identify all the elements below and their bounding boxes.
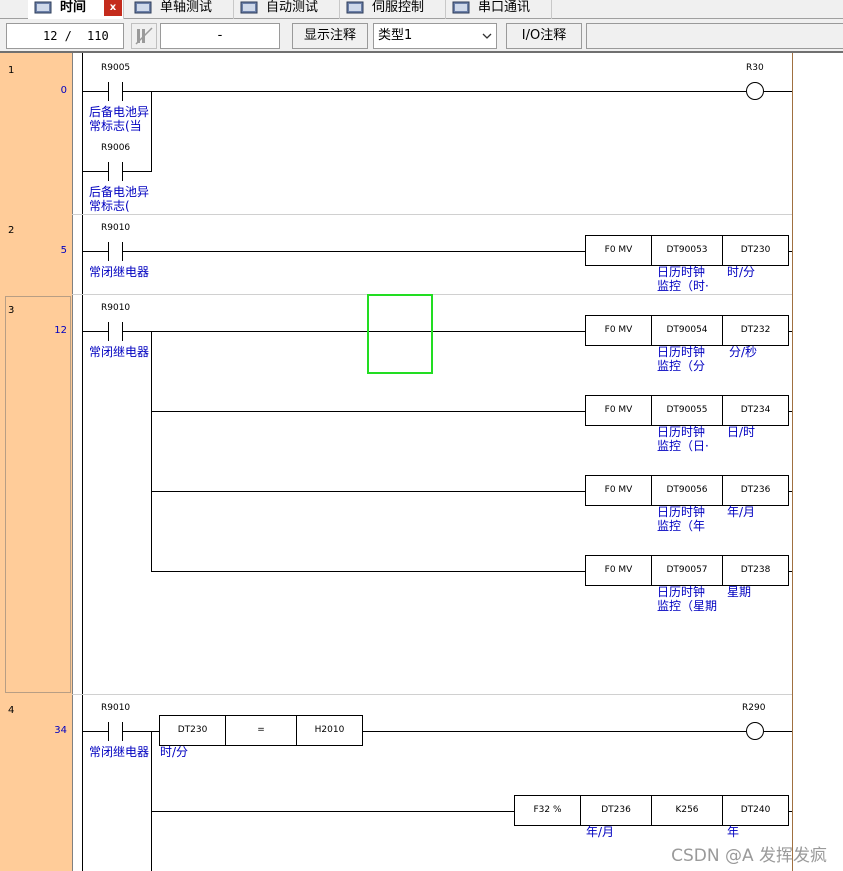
operand-comment: 星期 xyxy=(727,585,752,599)
tab-auto-test[interactable]: 自动测试 xyxy=(234,0,340,19)
tab-label: 伺服控制 xyxy=(372,0,425,15)
instruction-cell[interactable]: F0 MV xyxy=(585,315,652,346)
chevron-down-icon xyxy=(482,33,492,39)
tab-label: 自动测试 xyxy=(266,0,319,15)
operand-cell[interactable]: DT236 xyxy=(722,475,789,506)
contact-comment: 常标志(当 xyxy=(89,119,142,133)
window-icon xyxy=(34,1,52,14)
operand-cell[interactable]: DT236 xyxy=(580,795,652,826)
toolbar-empty-field xyxy=(586,23,843,49)
tab-label: 串口通讯 xyxy=(478,0,531,15)
rung-number: 3 xyxy=(8,305,15,316)
address-field[interactable]: - xyxy=(160,23,280,49)
tab-label: 单轴测试 xyxy=(160,0,213,15)
close-icon[interactable]: x xyxy=(104,0,122,16)
operand-comment: 年/月 xyxy=(586,825,615,839)
rung-number: 2 xyxy=(8,225,15,236)
tab-label: 时间 xyxy=(60,0,87,15)
operand-comment: 日历时钟 xyxy=(657,425,706,439)
operand-comment: 时/分 xyxy=(727,265,756,279)
contact-comment: 常闭继电器 xyxy=(89,345,150,359)
operand-comment: 时/分 xyxy=(160,745,189,759)
operand-comment: 监控（时· xyxy=(657,279,709,293)
contact-comment: 常闭继电器 xyxy=(89,745,150,759)
window-icon xyxy=(346,1,364,14)
step-total: 110 xyxy=(87,29,109,43)
contact-address: R9006 xyxy=(101,143,131,153)
instruction-cell[interactable]: F0 MV xyxy=(585,475,652,506)
step-number: 12 xyxy=(54,325,67,336)
window-icon xyxy=(452,1,470,14)
operand-comment: 日历时钟 xyxy=(657,585,706,599)
operand-cell[interactable]: K256 xyxy=(651,795,723,826)
io-comment-button[interactable]: I/O注释 xyxy=(506,23,582,49)
cursor-selection-box[interactable] xyxy=(367,294,433,374)
operand-comment: 监控（分 xyxy=(657,359,706,373)
compare-operand-cell[interactable]: H2010 xyxy=(296,715,363,746)
window-icon xyxy=(240,1,258,14)
contact-comment: 常闭继电器 xyxy=(89,265,150,279)
rung-number: 4 xyxy=(8,705,15,716)
tab-time[interactable]: 时间 x xyxy=(28,0,124,19)
operand-comment: 分/秒 xyxy=(729,345,758,359)
type-select-value: 类型1 xyxy=(378,28,413,43)
operand-comment: 日历时钟 xyxy=(657,265,706,279)
operand-comment: 监控（年 xyxy=(657,519,706,533)
contact-comment: 后备电池异 xyxy=(89,185,150,199)
tab-servo-control[interactable]: 伺服控制 xyxy=(340,0,446,19)
contact-address: R9005 xyxy=(101,63,131,73)
operand-comment: 日/时 xyxy=(727,425,756,439)
step-number: 34 xyxy=(54,725,67,736)
compare-operand-cell[interactable]: DT230 xyxy=(159,715,226,746)
operand-comment: 日历时钟 xyxy=(657,505,706,519)
instruction-cell[interactable]: F0 MV xyxy=(585,235,652,266)
contact-address: R9010 xyxy=(101,223,131,233)
tab-single-axis[interactable]: 单轴测试 xyxy=(128,0,234,19)
contact-address: R9010 xyxy=(101,303,131,313)
contact-address: R9010 xyxy=(101,703,131,713)
operand-cell[interactable]: DT232 xyxy=(722,315,789,346)
step-position: 12 / xyxy=(43,29,72,43)
watermark: CSDN @A 发挥发疯 xyxy=(671,846,827,866)
coil-address: R290 xyxy=(742,703,766,713)
tab-bar: 时间 x 单轴测试 自动测试 伺服控制 串口通讯 xyxy=(0,0,843,19)
instruction-cell[interactable]: F32 % xyxy=(514,795,581,826)
operand-cell[interactable]: DT240 xyxy=(722,795,789,826)
contact-comment: 后备电池异 xyxy=(89,105,150,119)
operand-cell[interactable]: DT90056 xyxy=(651,475,723,506)
tab-serial-comm[interactable]: 串口通讯 xyxy=(446,0,552,19)
pause-step-icon xyxy=(135,27,153,45)
pause-step-button[interactable] xyxy=(131,23,157,49)
type-select[interactable]: 类型1 xyxy=(373,23,497,49)
instruction-cell[interactable]: F0 MV xyxy=(585,555,652,586)
operand-comment: 监控（星期 xyxy=(657,599,718,613)
operand-comment: 监控（日· xyxy=(657,439,709,453)
operand-cell[interactable]: DT238 xyxy=(722,555,789,586)
step-number: 0 xyxy=(60,85,67,96)
operand-cell[interactable]: DT230 xyxy=(722,235,789,266)
operand-cell[interactable]: DT90053 xyxy=(651,235,723,266)
ladder-diagram[interactable]: 1 0 2 5 3 12 4 34 R9005 后备电池异 常标志(当 R900… xyxy=(0,53,843,871)
window-icon xyxy=(134,1,152,14)
show-comment-button[interactable]: 显示注释 xyxy=(292,23,368,49)
operand-cell[interactable]: DT234 xyxy=(722,395,789,426)
operand-cell[interactable]: DT90057 xyxy=(651,555,723,586)
compare-operator-cell[interactable]: = xyxy=(225,715,297,746)
coil-icon[interactable] xyxy=(746,722,764,740)
operand-cell[interactable]: DT90054 xyxy=(651,315,723,346)
step-position-field[interactable]: 12 / 110 xyxy=(6,23,124,49)
toolbar: 12 / 110 - 显示注释 类型1 I/O注释 xyxy=(0,19,843,53)
step-number: 5 xyxy=(60,245,67,256)
operand-comment: 年 xyxy=(727,825,740,839)
operand-comment: 年/月 xyxy=(727,505,756,519)
coil-address: R30 xyxy=(746,63,764,73)
instruction-cell[interactable]: F0 MV xyxy=(585,395,652,426)
coil-icon[interactable] xyxy=(746,82,764,100)
operand-cell[interactable]: DT90055 xyxy=(651,395,723,426)
contact-comment: 常标志( xyxy=(89,199,130,213)
rung-number: 1 xyxy=(8,65,15,76)
operand-comment: 日历时钟 xyxy=(657,345,706,359)
